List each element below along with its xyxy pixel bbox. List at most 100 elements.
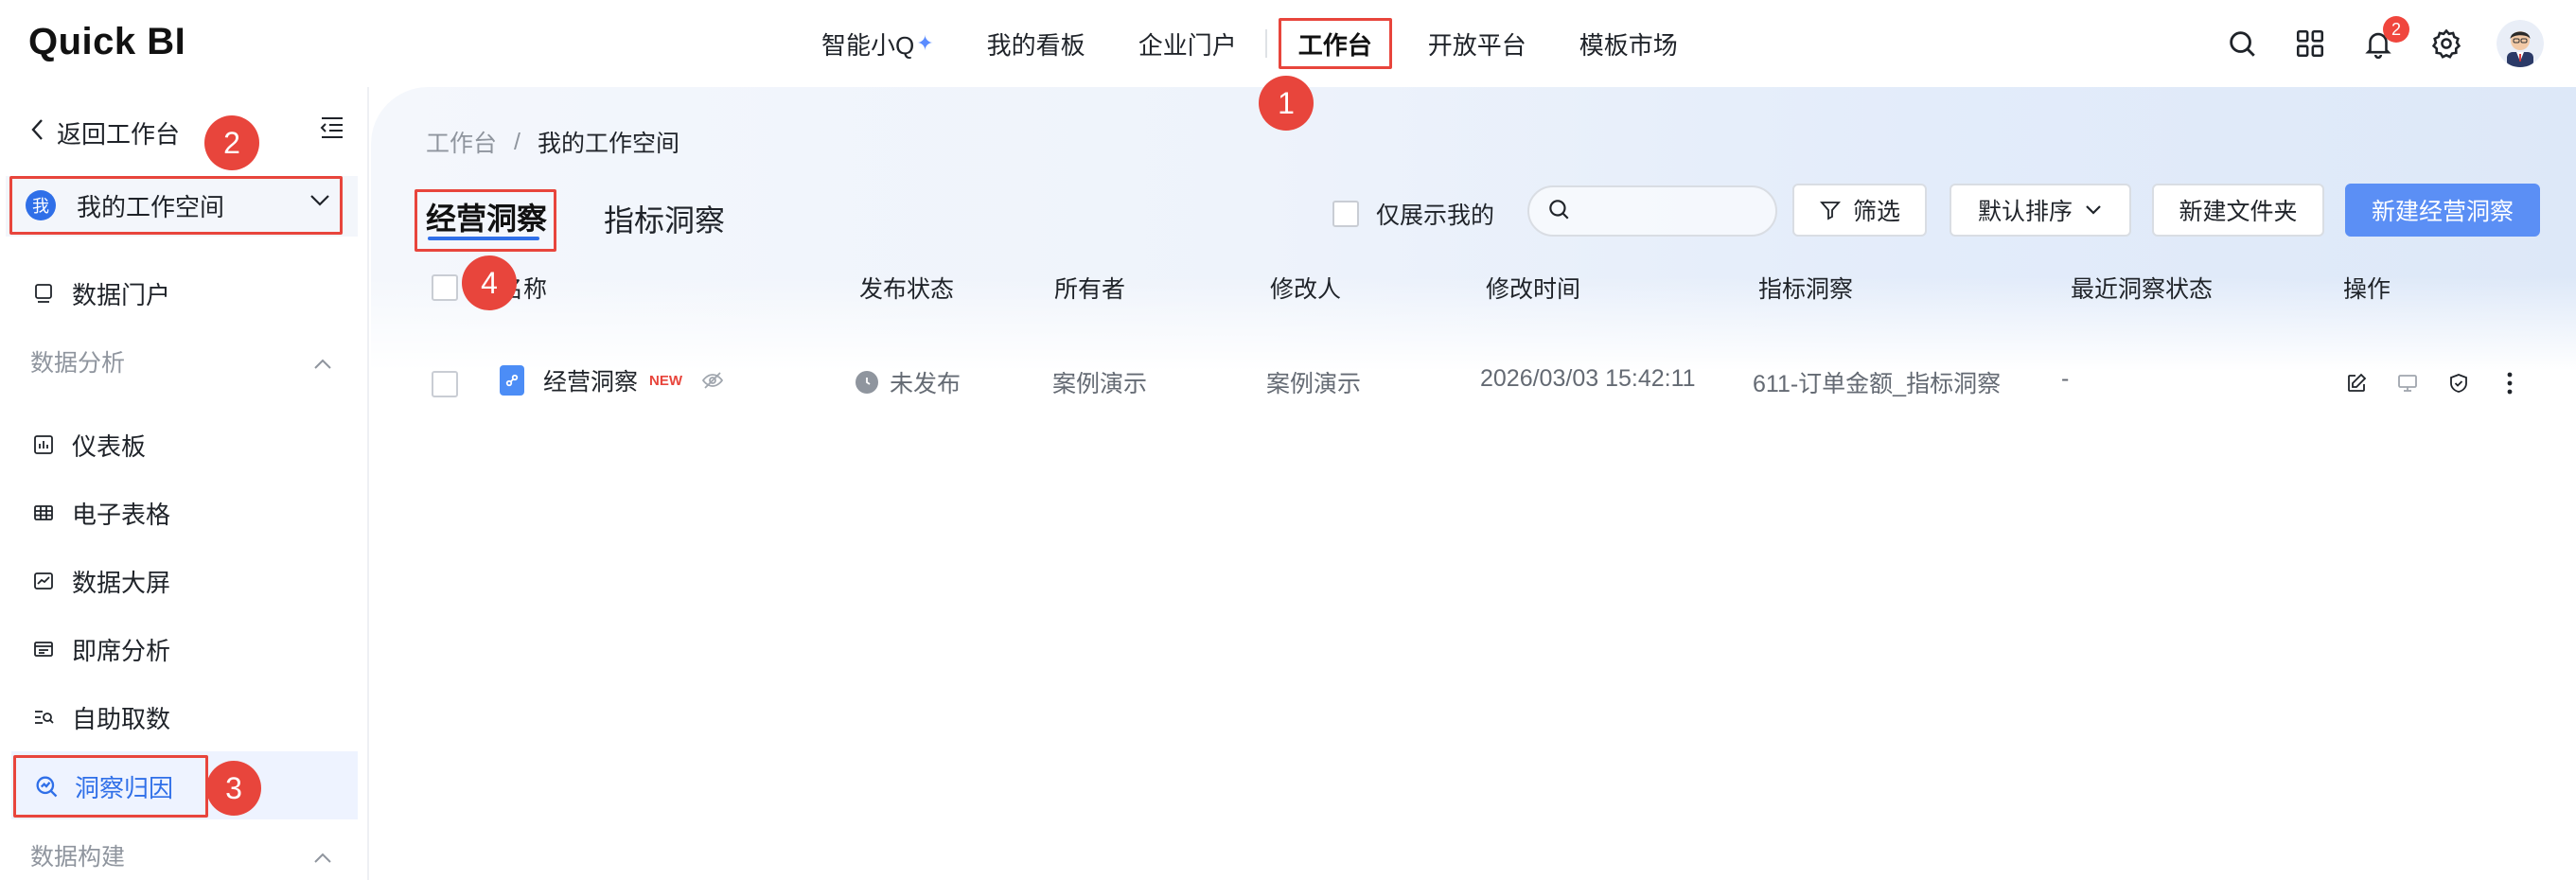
row-recent-status: -	[2061, 365, 2070, 392]
chevron-down-icon[interactable]	[309, 193, 331, 213]
new-folder-button[interactable]: 新建文件夹	[2152, 184, 2324, 237]
sidebar-item-dashboard[interactable]: 仪表板	[30, 424, 146, 466]
row-modifier: 案例演示	[1266, 371, 1362, 397]
self-service-icon	[30, 704, 57, 730]
gear-icon[interactable]	[2428, 26, 2464, 62]
row-actions	[2345, 371, 2521, 402]
select-all-checkbox[interactable]	[432, 274, 458, 301]
bell-icon[interactable]: 2	[2360, 16, 2409, 62]
step-marker-1: 1	[1259, 76, 1314, 131]
search-icon	[1546, 197, 1571, 226]
eye-off-icon[interactable]	[701, 369, 724, 392]
search-box[interactable]	[1527, 185, 1777, 237]
sidebar-item-label: 洞察归因	[75, 773, 174, 802]
tab-business-insight[interactable]: 经营洞察	[426, 195, 547, 238]
row-status-label: 未发布	[890, 371, 962, 397]
sidebar-item-label: 仪表板	[72, 431, 147, 461]
new-folder-label: 新建文件夹	[2179, 199, 2298, 225]
row-publish-status: 未发布	[856, 365, 961, 399]
sidebar-item-label: 数据门户	[72, 280, 171, 309]
row-name[interactable]: 经营洞察	[543, 363, 638, 397]
only-mine-toggle[interactable]: 仅展示我的	[1332, 197, 1494, 231]
sort-label: 默认排序	[1977, 199, 2073, 225]
column-recent-status[interactable]: 最近洞察状态	[2071, 271, 2213, 305]
column-modifier[interactable]: 修改人	[1270, 271, 1341, 305]
nav-item-open-platform[interactable]: 开放平台	[1402, 17, 1553, 70]
logo[interactable]: Quick BI	[28, 21, 185, 68]
nav-item-label: 智能小Q	[821, 30, 915, 60]
table-row[interactable]: 经营洞察 NEW 未发布 案例演示 案例演示 2026/03/03 15:42:…	[371, 344, 2576, 424]
sidebar-item-spreadsheet[interactable]: 电子表格	[30, 492, 170, 534]
only-mine-label: 仅展示我的	[1376, 202, 1495, 229]
sidebar-item-insight-attribution[interactable]: 洞察归因	[13, 755, 208, 818]
adhoc-icon	[30, 636, 57, 662]
sparkle-icon: ✦	[916, 31, 934, 55]
user-avatar[interactable]	[2497, 20, 2544, 67]
filter-icon	[1819, 199, 1842, 221]
workspace-selector[interactable]: 我 我的工作空间	[9, 176, 343, 235]
dashboard-icon	[30, 431, 57, 458]
sidebar-item-self-service[interactable]: 自助取数	[30, 696, 170, 738]
nav-item-label: 我的看板	[986, 30, 1085, 60]
portal-icon	[30, 280, 57, 307]
nav-divider	[1264, 29, 1267, 58]
top-nav: 智能小Q ✦ 我的看板 企业门户 工作台 开放平台 模板市场	[795, 17, 1704, 70]
tab-metric-insight[interactable]: 指标洞察	[604, 197, 725, 240]
row-owner: 案例演示	[1052, 371, 1148, 397]
step-marker-4: 4	[462, 255, 517, 310]
shield-icon[interactable]	[2447, 372, 2470, 401]
chevron-up-icon	[312, 844, 333, 871]
filter-button[interactable]: 筛选	[1792, 184, 1927, 237]
row-name-cell[interactable]: 经营洞察 NEW	[500, 363, 724, 397]
search-icon[interactable]	[2224, 26, 2260, 62]
column-actions: 操作	[2343, 276, 2391, 303]
sort-dropdown[interactable]: 默认排序	[1950, 184, 2131, 237]
active-tab-underline	[428, 237, 539, 240]
new-business-insight-label: 新建经营洞察	[2371, 199, 2514, 225]
grid-icon[interactable]	[2292, 26, 2328, 62]
sidebar-group-label: 数据构建	[30, 844, 126, 871]
column-owner[interactable]: 所有者	[1054, 271, 1125, 305]
nav-item-smart-q[interactable]: 智能小Q ✦	[795, 17, 961, 70]
collapse-sidebar-icon[interactable]	[318, 115, 344, 145]
sidebar-item-data-portal[interactable]: 数据门户	[30, 273, 170, 314]
back-to-workbench[interactable]: 返回工作台	[30, 114, 180, 151]
sidebar-item-label: 即席分析	[72, 636, 171, 665]
new-business-insight-button[interactable]: 新建经营洞察	[2345, 184, 2540, 237]
nav-item-template-market[interactable]: 模板市场	[1553, 17, 1704, 70]
search-input[interactable]	[1580, 198, 1770, 224]
step-marker-3: 3	[206, 761, 261, 816]
nav-item-label: 开放平台	[1427, 30, 1526, 60]
sidebar-group-data-build[interactable]: 数据构建	[30, 835, 333, 876]
insight-icon	[33, 773, 60, 800]
sidebar-item-label: 电子表格	[72, 500, 171, 529]
screen-icon	[30, 568, 57, 594]
column-metric-insight[interactable]: 指标洞察	[1758, 271, 1853, 305]
sidebar-group-label: 数据分析	[30, 350, 126, 377]
preview-icon[interactable]	[2396, 372, 2419, 401]
nav-item-my-board[interactable]: 我的看板	[961, 17, 1112, 70]
breadcrumb-workbench[interactable]: 工作台	[426, 125, 497, 159]
nav-item-enterprise-portal[interactable]: 企业门户	[1112, 17, 1263, 70]
row-metric-insight[interactable]: 611-订单金额_指标洞察	[1753, 365, 2001, 399]
sidebar-item-label: 数据大屏	[72, 568, 171, 597]
sidebar-group-data-analysis[interactable]: 数据分析	[30, 341, 333, 382]
table-header: 名称 发布状态 所有者 修改人 修改时间 指标洞察 最近洞察状态 操作	[371, 265, 2576, 310]
nav-item-label: 企业门户	[1138, 30, 1237, 60]
sidebar-item-data-screen[interactable]: 数据大屏	[30, 560, 170, 602]
column-modified-time[interactable]: 修改时间	[1486, 271, 1580, 305]
more-icon[interactable]	[2498, 371, 2521, 402]
top-bar: Quick BI 智能小Q✦ 我的看板 企业门户 工作台 开放平台 模板市场	[0, 0, 2576, 87]
nav-item-workbench[interactable]: 工作台	[1278, 18, 1392, 69]
edit-icon[interactable]	[2345, 372, 2368, 401]
workspace-label: 我的工作空间	[77, 192, 225, 221]
step-marker-2: 2	[204, 115, 259, 170]
sidebar: 返回工作台 我 我的工作空间 数据门户 数据分析 仪表板 电子表格 数据大屏 即…	[0, 87, 369, 880]
sidebar-item-label: 自助取数	[72, 704, 171, 733]
row-checkbox[interactable]	[432, 371, 458, 397]
only-mine-checkbox[interactable]	[1332, 201, 1359, 227]
column-publish-status[interactable]: 发布状态	[859, 271, 954, 305]
chevron-down-icon	[2084, 203, 2103, 217]
chevron-left-icon	[30, 117, 45, 149]
sidebar-item-adhoc-analysis[interactable]: 即席分析	[30, 628, 170, 670]
